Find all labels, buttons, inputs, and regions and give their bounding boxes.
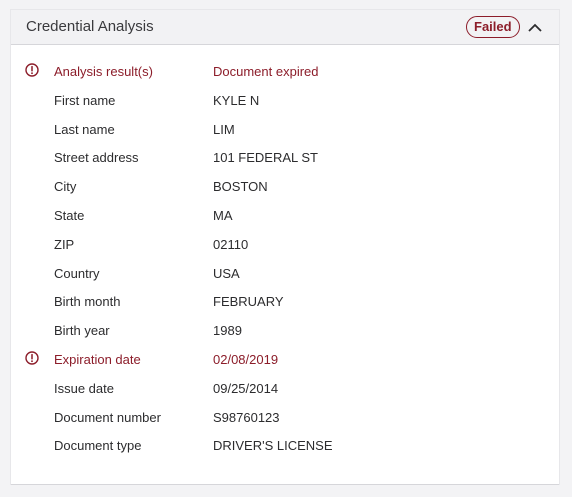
detail-row: ZIP 02110 (11, 234, 559, 263)
detail-label: Document type (54, 438, 142, 454)
detail-value: BOSTON (213, 179, 268, 195)
detail-row: State MA (11, 205, 559, 234)
detail-row: Last name LIM (11, 119, 559, 148)
detail-label: Analysis result(s) (54, 64, 153, 79)
chevron-up-icon (528, 23, 542, 32)
status-badge: Failed (466, 16, 520, 38)
panel-header[interactable]: Credential Analysis Failed (11, 10, 559, 45)
detail-row: Street address 101 FEDERAL ST (11, 147, 559, 176)
detail-value: 09/25/2014 (213, 380, 279, 396)
detail-row: Birth month FEBRUARY (11, 291, 559, 320)
detail-label: Street address (54, 150, 139, 166)
detail-row: Document number S98760123 (11, 407, 559, 436)
detail-label: Birth year (54, 323, 110, 339)
detail-row: Expiration date 02/08/2019 (11, 349, 559, 378)
detail-value: Document expired (213, 64, 319, 79)
detail-label: Birth month (54, 294, 121, 310)
alert-circle-icon (25, 351, 39, 365)
detail-value: KYLE N (213, 92, 260, 108)
detail-label: First name (54, 92, 116, 108)
detail-label: Expiration date (54, 351, 141, 367)
detail-value: 02/08/2019 (213, 351, 279, 367)
detail-value: 02110 (213, 236, 249, 252)
detail-value: 1989 (213, 323, 242, 339)
detail-value: 101 FEDERAL ST (213, 150, 319, 166)
detail-value: S98760123 (213, 409, 280, 425)
detail-label: City (54, 179, 77, 195)
detail-row: Country USA (11, 263, 559, 292)
detail-row: Issue date 09/25/2014 (11, 378, 559, 407)
detail-value: DRIVER'S LICENSE (213, 438, 333, 454)
detail-label: Last name (54, 121, 115, 137)
detail-value: USA (213, 265, 240, 281)
credential-details-list: Analysis result(s) Document expired First … (11, 61, 559, 464)
detail-row: Analysis result(s) Document expired (11, 61, 559, 90)
panel-title: Credential Analysis (26, 18, 154, 35)
detail-label: State (54, 207, 85, 223)
collapse-button[interactable] (526, 18, 544, 36)
detail-value: MA (213, 207, 233, 223)
detail-label: ZIP (54, 236, 75, 252)
alert-circle-icon (25, 63, 39, 77)
detail-label: Document number (54, 409, 161, 425)
detail-value: LIM (213, 121, 235, 137)
detail-value: FEBRUARY (213, 294, 284, 310)
divider (11, 484, 559, 485)
detail-row: Birth year 1989 (11, 320, 559, 349)
detail-row: First name KYLE N (11, 90, 559, 119)
credential-analysis-panel: Credential Analysis Failed Analysis resu… (11, 10, 559, 484)
detail-row: City BOSTON (11, 176, 559, 205)
detail-label: Issue date (54, 380, 114, 396)
detail-row: Document type DRIVER'S LICENSE (11, 435, 559, 464)
detail-label: Country (54, 265, 100, 281)
